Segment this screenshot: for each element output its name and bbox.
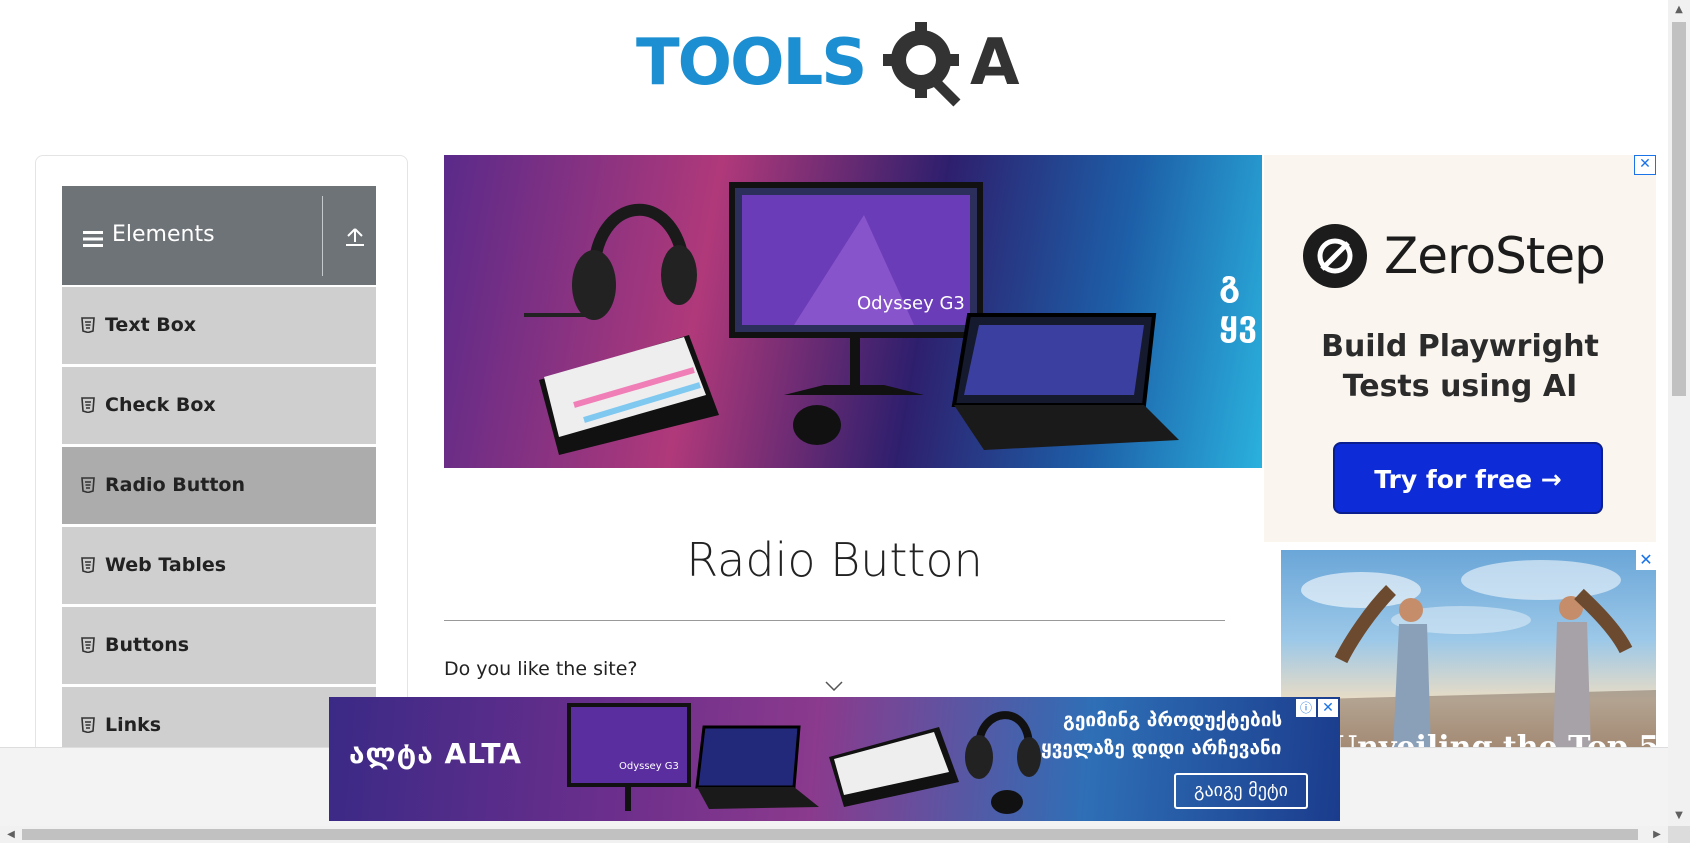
sidebar-item-radio-button[interactable]: Radio Button bbox=[62, 446, 376, 524]
alta-brand: ალტა ALTA bbox=[349, 737, 522, 770]
sidebar-item-label: Check Box bbox=[105, 394, 216, 416]
logo-text-right: A bbox=[970, 26, 1020, 100]
sidebar-item-label: Links bbox=[105, 714, 162, 736]
gear-magnifier-icon bbox=[883, 22, 961, 107]
scroll-down-icon[interactable]: ▼ bbox=[1668, 806, 1690, 826]
banner-partial-text-1: გ bbox=[1219, 264, 1240, 304]
zerostep-ad[interactable]: ✕ ZeroStep Build Playwright Tests using … bbox=[1264, 155, 1656, 542]
sidebar-item-label: Text Box bbox=[105, 314, 197, 336]
toolsqa-logo[interactable]: TOOLS A bbox=[636, 18, 1038, 118]
html5-shield-icon bbox=[81, 557, 95, 573]
info-icon[interactable]: ⓘ bbox=[1296, 699, 1316, 717]
scroll-right-icon[interactable]: ▶ bbox=[1648, 826, 1666, 843]
horizontal-scrollbar[interactable]: ◀ ▶ bbox=[0, 826, 1668, 843]
vertical-scrollbar[interactable]: ▲ ▼ bbox=[1668, 0, 1690, 826]
sidebar-item-text-box[interactable]: Text Box bbox=[62, 286, 376, 364]
horizontal-scroll-thumb[interactable] bbox=[22, 829, 1638, 840]
zerostep-tagline-1: Build Playwright bbox=[1321, 329, 1599, 364]
sidebar-item-label: Buttons bbox=[105, 634, 190, 656]
scrollbar-corner bbox=[1668, 826, 1690, 843]
close-icon[interactable]: ✕ bbox=[1636, 550, 1656, 570]
close-icon[interactable]: ✕ bbox=[1634, 155, 1656, 175]
bottom-ad-headline-2: ყველაზე დიდი არჩევანი bbox=[1041, 737, 1282, 759]
learn-more-button[interactable]: გაიგე მეტი bbox=[1174, 773, 1308, 809]
sidebar-group-elements[interactable]: Elements bbox=[62, 186, 376, 285]
sidebar-item-label: Radio Button bbox=[105, 474, 245, 496]
zerostep-brand: ZeroStep bbox=[1384, 227, 1606, 285]
sidebar-item-buttons[interactable]: Buttons bbox=[62, 606, 376, 684]
vertical-scroll-thumb[interactable] bbox=[1672, 22, 1686, 396]
scroll-up-icon[interactable]: ▲ bbox=[1668, 0, 1690, 20]
bottom-banner-ad[interactable]: ალტა ALTA Odyssey G3 გეიმინგ პროდუქტების… bbox=[329, 697, 1340, 821]
scroll-left-icon[interactable]: ◀ bbox=[2, 826, 20, 843]
hamburger-icon bbox=[83, 231, 103, 247]
bottom-ad-headline-1: გეიმინგ პროდუქტების bbox=[1063, 709, 1283, 731]
zerostep-logo-icon bbox=[1303, 224, 1367, 288]
sidebar-item-check-box[interactable]: Check Box bbox=[62, 366, 376, 444]
close-icon[interactable]: ✕ bbox=[1318, 699, 1338, 717]
sidebar-group-title: Elements bbox=[112, 222, 215, 247]
html5-shield-icon bbox=[81, 317, 95, 333]
header-divider bbox=[322, 196, 323, 276]
banner-product-label: Odyssey G3 bbox=[857, 293, 965, 314]
zerostep-tagline-2: Tests using AI bbox=[1342, 369, 1578, 404]
title-divider bbox=[444, 620, 1225, 621]
zerostep-tagline: Build Playwright Tests using AI bbox=[1264, 327, 1656, 407]
chevron-down-icon bbox=[825, 681, 843, 691]
html5-shield-icon bbox=[81, 477, 95, 493]
sidebar-item-label: Web Tables bbox=[105, 554, 227, 576]
banner-partial-text-2: ყვ bbox=[1219, 304, 1257, 344]
logo-text-left: TOOLS bbox=[636, 26, 865, 100]
banner-ad[interactable]: Odyssey G3 გ ყვ bbox=[444, 155, 1262, 468]
html5-shield-icon bbox=[81, 717, 95, 733]
radio-question: Do you like the site? bbox=[444, 658, 638, 680]
sidebar-item-web-tables[interactable]: Web Tables bbox=[62, 526, 376, 604]
page-title: Radio Button bbox=[686, 533, 983, 587]
try-for-free-button[interactable]: Try for free → bbox=[1333, 442, 1603, 514]
bottom-ad-product-label: Odyssey G3 bbox=[619, 761, 679, 772]
arrow-up-icon[interactable] bbox=[344, 226, 366, 248]
html5-shield-icon bbox=[81, 397, 95, 413]
html5-shield-icon bbox=[81, 637, 95, 653]
